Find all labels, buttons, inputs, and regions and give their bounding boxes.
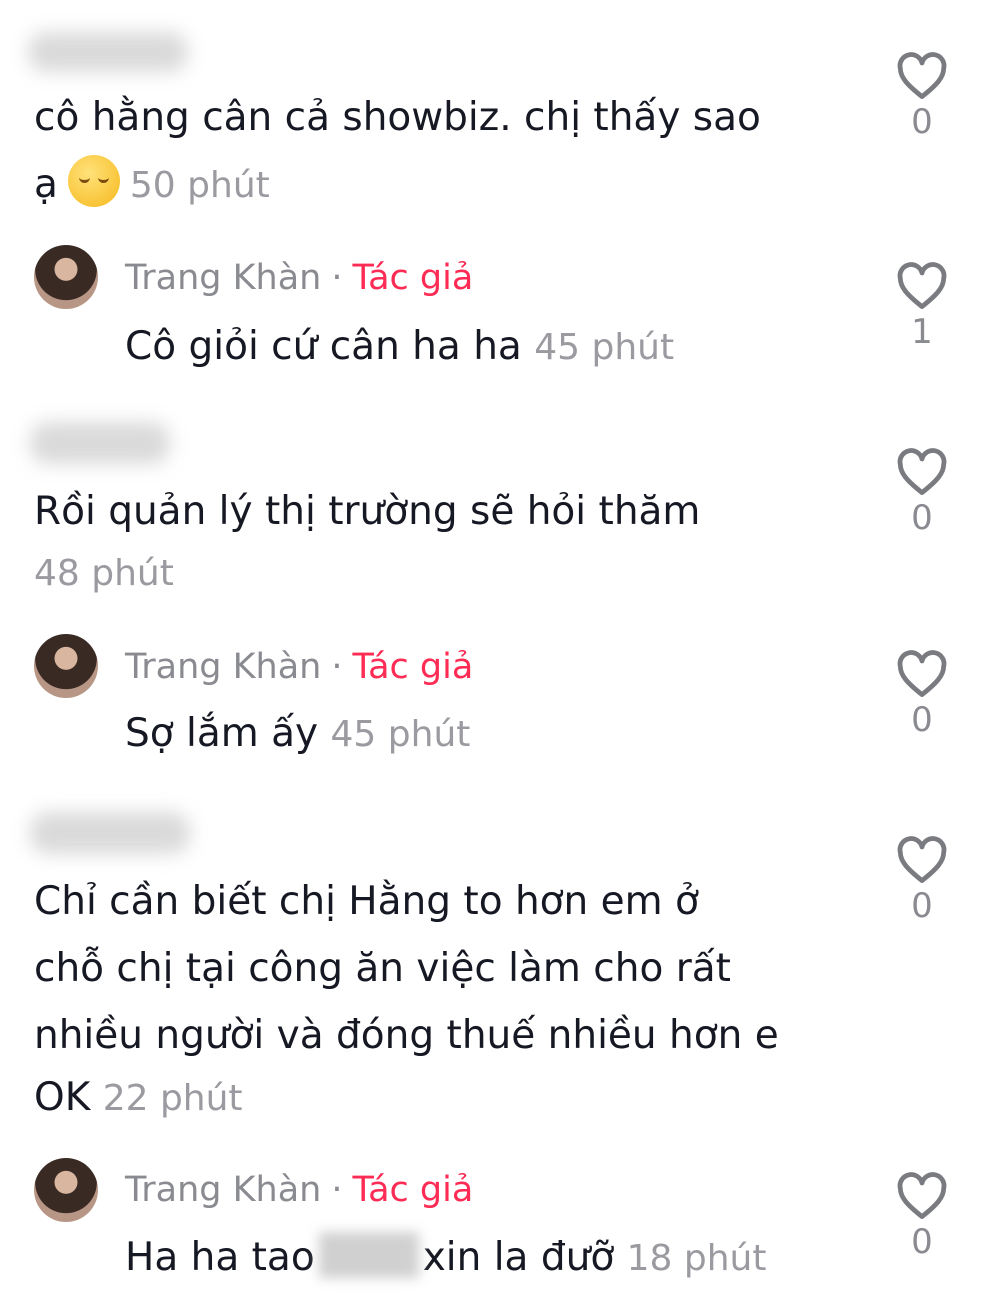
comment-text: ạ 50 phút	[34, 151, 270, 219]
reply-text: Sợ lắm ấy 45 phút	[125, 700, 470, 768]
author-line: Trang Khàn · Tác giả	[125, 647, 473, 687]
separator-dot: ·	[331, 258, 343, 298]
like-count: 0	[911, 498, 933, 538]
blurred-username[interactable]	[28, 32, 188, 72]
blurred-username[interactable]	[30, 422, 170, 464]
comment-text: nhiều người và đóng thuế nhiều hơn e	[34, 1013, 779, 1058]
like-button[interactable]: 0	[892, 448, 952, 538]
heart-outline-icon	[897, 52, 947, 99]
like-button[interactable]: 0	[892, 650, 952, 740]
heart-outline-icon	[897, 1172, 947, 1219]
author-line: Trang Khàn · Tác giả	[125, 1170, 473, 1210]
comment-text: chỗ chị tại công ăn việc làm cho rất	[34, 946, 731, 991]
like-count: 0	[911, 700, 933, 740]
comment-time: 45 phút	[330, 714, 471, 755]
comment-time: 22 phút	[102, 1078, 243, 1119]
author-name[interactable]: Trang Khàn	[125, 647, 321, 687]
like-count: 0	[911, 886, 933, 926]
reply-text: Cô giỏi cứ cân ha ha 45 phút	[125, 313, 674, 381]
heart-outline-icon	[897, 650, 947, 697]
like-button[interactable]: 0	[892, 836, 952, 926]
comment-text: cô hằng cân cả showbiz. chị thấy sao	[34, 95, 761, 140]
avatar[interactable]	[34, 245, 98, 309]
blurred-username[interactable]	[30, 812, 190, 854]
separator-dot: ·	[331, 647, 343, 687]
like-button[interactable]: 0	[892, 52, 952, 142]
author-tag: Tác giả	[352, 647, 474, 687]
separator-dot: ·	[331, 1170, 343, 1210]
like-count: 1	[911, 312, 933, 352]
comment-time: 50 phút	[129, 165, 270, 206]
comment-text: OK 22 phút	[34, 1064, 243, 1132]
like-button[interactable]: 1	[892, 262, 952, 352]
heart-outline-icon	[897, 262, 947, 309]
avatar[interactable]	[34, 1158, 98, 1222]
comment-text-line: OK	[34, 1075, 91, 1120]
reply-text-content: Cô giỏi cứ cân ha ha	[125, 324, 522, 369]
comment-text-line: ạ	[34, 162, 58, 207]
author-name[interactable]: Trang Khàn	[125, 258, 321, 298]
author-tag: Tác giả	[352, 258, 474, 298]
heart-outline-icon	[897, 836, 947, 883]
author-name[interactable]: Trang Khàn	[125, 1170, 321, 1210]
reply-text-before: Ha ha tao	[125, 1235, 315, 1280]
relieved-face-emoji	[67, 155, 120, 207]
like-count: 0	[911, 102, 933, 142]
comment-text: Rồi quản lý thị trường sẽ hỏi thăm	[34, 489, 701, 534]
reply-text-after: xin la đưỡ	[422, 1235, 615, 1280]
like-count: 0	[911, 1222, 933, 1262]
author-line: Trang Khàn · Tác giả	[125, 258, 473, 298]
avatar[interactable]	[34, 634, 98, 698]
reply-text-content: Sợ lắm ấy	[125, 711, 319, 756]
heart-outline-icon	[897, 448, 947, 495]
comment-text: Chỉ cần biết chị Hằng to hơn em ở	[34, 879, 699, 924]
blurred-word	[318, 1232, 419, 1278]
comment-time: 48 phút	[34, 553, 174, 594]
comment-time: 45 phút	[534, 327, 675, 368]
comment-time: 18 phút	[626, 1238, 767, 1279]
like-button[interactable]: 0	[892, 1172, 952, 1262]
author-tag: Tác giả	[352, 1170, 474, 1210]
